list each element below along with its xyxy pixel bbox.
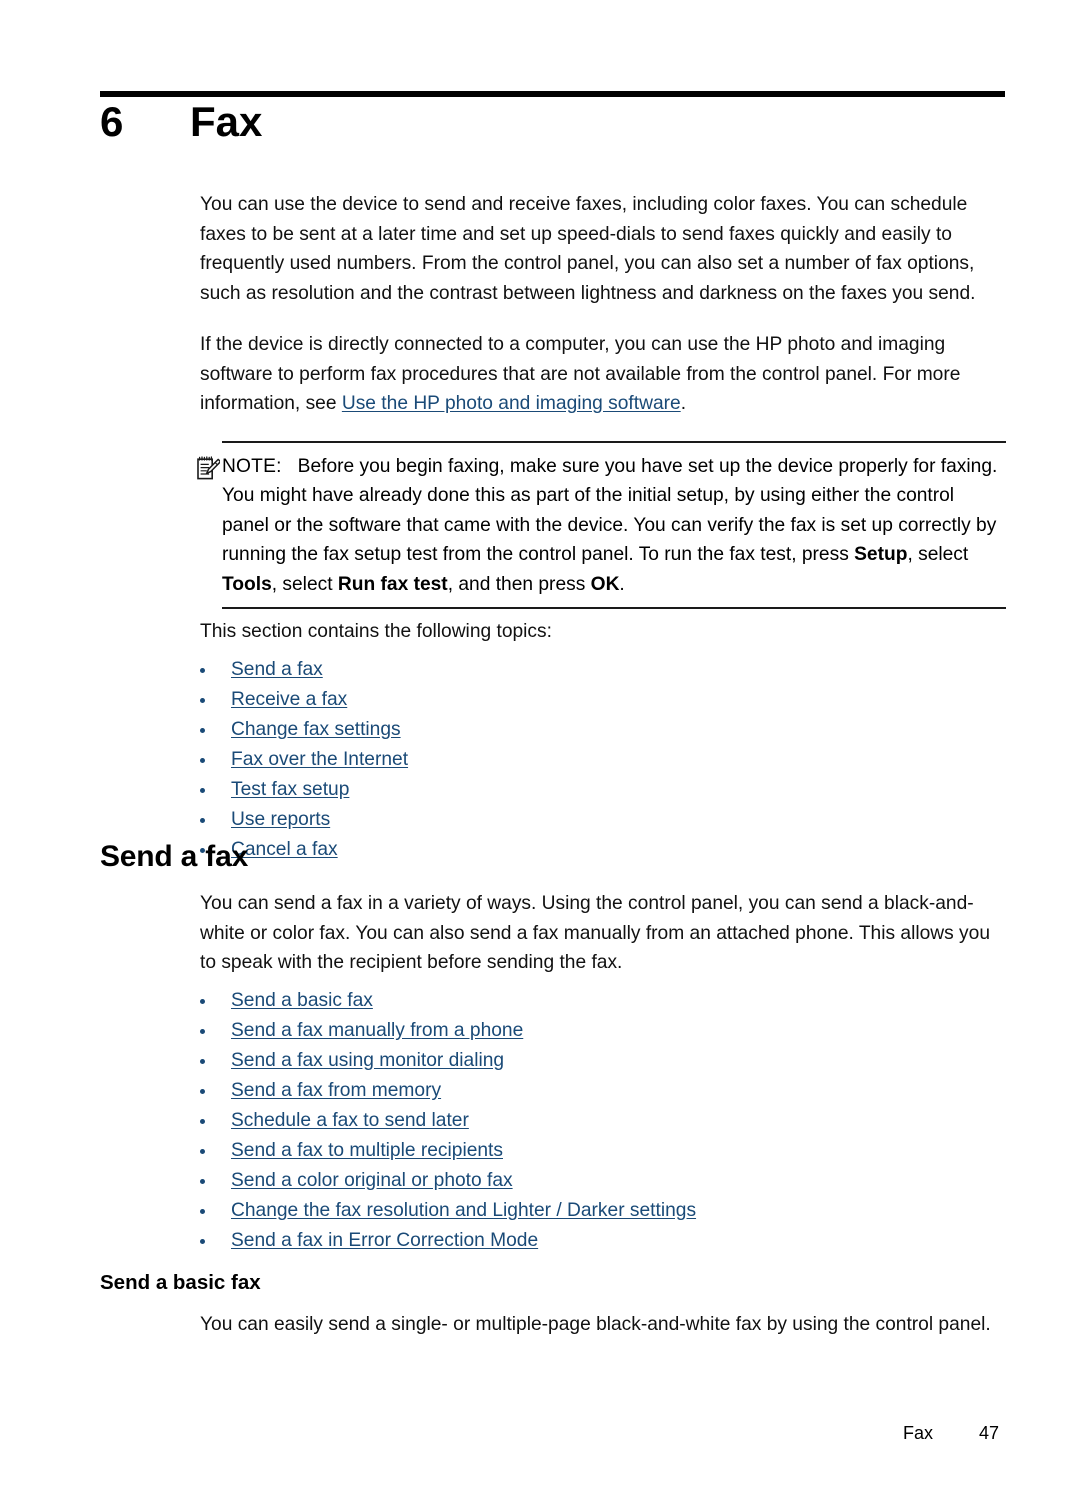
send-a-fax-topics-list: Send a basic fax Send a fax manually fro… bbox=[200, 986, 1006, 1256]
list-item: Receive a fax bbox=[200, 685, 1006, 715]
note-bold-run-fax-test: Run fax test bbox=[337, 573, 448, 595]
chapter-top-rule bbox=[100, 91, 1005, 97]
link-use-reports[interactable]: Use reports bbox=[231, 809, 330, 830]
link-change-the-fax-resolution-and-lighter-darker-settings[interactable]: Change the fax resolution and Lighter / … bbox=[231, 1200, 696, 1221]
list-item: Schedule a fax to send later bbox=[200, 1106, 1006, 1136]
send-a-fax-paragraph: You can send a fax in a variety of ways.… bbox=[200, 893, 990, 973]
link-fax-over-the-internet[interactable]: Fax over the Internet bbox=[231, 749, 408, 770]
link-test-fax-setup[interactable]: Test fax setup bbox=[231, 779, 349, 800]
bullet-icon bbox=[200, 998, 205, 1004]
bullet-icon bbox=[200, 727, 205, 733]
list-item: Send a fax using monitor dialing bbox=[200, 1046, 1006, 1076]
list-item: Fax over the Internet bbox=[200, 745, 1006, 775]
link-schedule-a-fax-to-send-later[interactable]: Schedule a fax to send later bbox=[231, 1110, 469, 1131]
link-send-a-fax[interactable]: Send a fax bbox=[231, 659, 323, 680]
footer-chapter-label: Fax bbox=[902, 1423, 933, 1443]
note-text-part-2: , select bbox=[907, 544, 969, 565]
chapter-title: Fax bbox=[190, 98, 263, 145]
content-column: You can use the device to send and recei… bbox=[197, 190, 1006, 865]
list-item: Send a fax to multiple recipients bbox=[200, 1136, 1006, 1166]
subsection-heading-send-a-basic-fax: Send a basic fax bbox=[100, 1271, 261, 1294]
note-label: NOTE: bbox=[222, 455, 282, 477]
list-item: Send a color original or photo fax bbox=[200, 1166, 1006, 1196]
send-a-basic-fax-block: You can easily send a single- or multipl… bbox=[200, 1310, 1006, 1340]
list-item: Send a basic fax bbox=[200, 986, 1006, 1016]
send-a-basic-fax-paragraph: You can easily send a single- or multipl… bbox=[200, 1314, 991, 1335]
note-text: NOTE: Before you begin faxing, make sure… bbox=[222, 456, 997, 595]
chapter-number: 6 bbox=[100, 98, 124, 145]
footer-page-number: 47 bbox=[979, 1423, 1000, 1443]
bullet-icon bbox=[200, 1058, 205, 1064]
list-item: Send a fax from memory bbox=[200, 1076, 1006, 1106]
link-send-a-fax-to-multiple-recipients[interactable]: Send a fax to multiple recipients bbox=[231, 1140, 503, 1161]
chapter-topics-list: Send a fax Receive a fax Change fax sett… bbox=[200, 655, 1006, 865]
link-send-a-fax-manually-from-a-phone[interactable]: Send a fax manually from a phone bbox=[231, 1020, 523, 1041]
note-pencil-icon bbox=[196, 455, 222, 481]
bullet-icon bbox=[200, 697, 205, 703]
note-callout: NOTE: Before you begin faxing, make sure… bbox=[197, 440, 1006, 609]
list-item: Use reports bbox=[200, 805, 1006, 835]
list-item: Send a fax manually from a phone bbox=[200, 1016, 1006, 1046]
intro-paragraph-2-text-after: . bbox=[680, 393, 687, 414]
intro-paragraph-2: If the device is directly connected to a… bbox=[200, 330, 1006, 419]
list-item: Change fax settings bbox=[200, 715, 1006, 745]
intro-paragraph-1: You can use the device to send and recei… bbox=[200, 194, 976, 304]
note-text-part-3: , select bbox=[271, 573, 338, 595]
link-send-a-fax-in-error-correction-mode[interactable]: Send a fax in Error Correction Mode bbox=[231, 1230, 538, 1251]
note-bold-ok: OK bbox=[590, 573, 620, 595]
bullet-icon bbox=[200, 1208, 205, 1214]
bullet-icon bbox=[200, 1148, 205, 1154]
note-bold-setup: Setup bbox=[854, 544, 908, 565]
bullet-icon bbox=[200, 1238, 205, 1244]
list-item: Change the fax resolution and Lighter / … bbox=[200, 1196, 1006, 1226]
bullet-icon bbox=[200, 1028, 205, 1034]
page-footer: Fax 47 bbox=[100, 1423, 1005, 1444]
chapter-heading: 6 Fax bbox=[100, 101, 1005, 143]
document-page: 6 Fax You can use the device to send and… bbox=[0, 0, 1080, 1495]
note-bottom-rule bbox=[222, 607, 1006, 609]
link-receive-a-fax[interactable]: Receive a fax bbox=[231, 689, 347, 710]
topics-intro: This section contains the following topi… bbox=[200, 621, 552, 642]
bullet-icon bbox=[200, 787, 205, 793]
link-change-fax-settings[interactable]: Change fax settings bbox=[231, 719, 401, 740]
link-send-a-fax-from-memory[interactable]: Send a fax from memory bbox=[231, 1080, 441, 1101]
bullet-icon bbox=[200, 817, 205, 823]
link-send-a-fax-using-monitor-dialing[interactable]: Send a fax using monitor dialing bbox=[231, 1050, 504, 1071]
note-body: NOTE: Before you begin faxing, make sure… bbox=[197, 443, 1006, 608]
bullet-icon bbox=[200, 757, 205, 763]
send-a-fax-block: You can send a fax in a variety of ways.… bbox=[200, 889, 1006, 1256]
list-item: Send a fax in Error Correction Mode bbox=[200, 1226, 1006, 1256]
link-use-hp-photo-imaging-software[interactable]: Use the HP photo and imaging software bbox=[342, 393, 681, 414]
list-item: Test fax setup bbox=[200, 775, 1006, 805]
link-send-a-color-original-or-photo-fax[interactable]: Send a color original or photo fax bbox=[231, 1170, 513, 1191]
bullet-icon bbox=[200, 1088, 205, 1094]
list-item: Send a fax bbox=[200, 655, 1006, 685]
section-heading-send-a-fax: Send a fax bbox=[100, 840, 249, 873]
note-bold-tools: Tools bbox=[222, 573, 272, 595]
bullet-icon bbox=[200, 667, 205, 673]
note-text-part-4: , and then press bbox=[447, 573, 591, 595]
bullet-icon bbox=[200, 1178, 205, 1184]
bullet-icon bbox=[200, 1118, 205, 1124]
link-send-a-basic-fax[interactable]: Send a basic fax bbox=[231, 990, 373, 1011]
note-text-part-5: . bbox=[619, 573, 625, 595]
